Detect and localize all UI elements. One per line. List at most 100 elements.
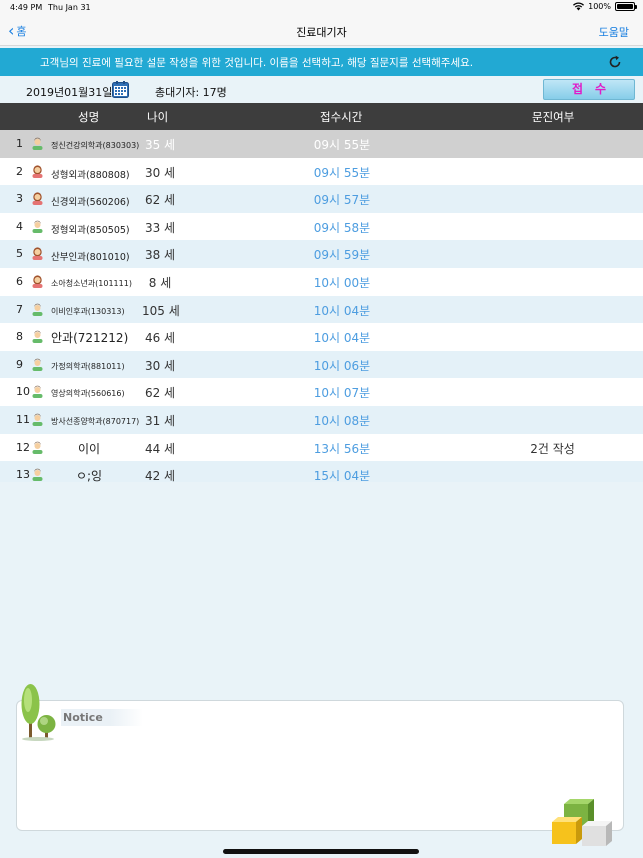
banner-message: 고객님의 진료에 필요한 설문 작성을 위한 것입니다. 이름을 선택하고, 해…: [40, 57, 474, 69]
notice-label: Notice: [61, 709, 143, 726]
table-row[interactable]: 9 가정의학과(881011) 30 세 10시 06분: [0, 350, 643, 379]
patient-name: 가정의학과(881011): [51, 361, 125, 371]
row-number: 6: [16, 275, 23, 288]
male-avatar-icon: [32, 386, 43, 399]
table-row[interactable]: 2 성형외과(880808) 30 세 09시 55분: [0, 157, 643, 186]
receive-button[interactable]: 접수: [543, 79, 635, 100]
male-avatar-icon: [32, 137, 43, 150]
row-number: 8: [16, 330, 23, 344]
row-number: 2: [16, 164, 23, 178]
reception-time: 10시 07분: [313, 386, 371, 401]
patient-age: 35 세: [144, 138, 176, 152]
patient-age: 105 세: [142, 303, 180, 318]
date-bar: 2019년01월31일 총대기자: 17명 접수: [0, 78, 643, 102]
patient-name: ㅇ;잉: [75, 469, 103, 482]
female-avatar-icon: [32, 164, 43, 178]
patient-age: 30 세: [144, 165, 176, 180]
row-number: 10: [16, 385, 30, 399]
patient-age: 62 세: [144, 386, 176, 401]
row-number: 11: [16, 413, 30, 426]
battery-percent: 100%: [588, 2, 611, 11]
calendar-icon[interactable]: [112, 81, 129, 98]
patient-name: 방사선종양학과(870717): [51, 417, 140, 426]
male-avatar-icon: [32, 330, 43, 344]
patient-name: 신경외과(560206): [51, 197, 130, 209]
patient-age: 8 세: [148, 276, 172, 290]
female-avatar-icon: [32, 192, 43, 206]
table-row[interactable]: 4 정형외과(850505) 33 세 09시 58분: [0, 212, 643, 241]
patient-name: 소아청소년과(101111): [51, 279, 132, 288]
patient-age: 42 세: [144, 469, 176, 482]
row-number: 12: [16, 440, 30, 454]
row-number: 9: [16, 357, 23, 371]
reception-time: 09시 57분: [313, 193, 371, 208]
wifi-icon: [573, 2, 585, 11]
male-avatar-icon: [32, 413, 43, 426]
row-number: 7: [16, 302, 23, 316]
help-button[interactable]: 도움말: [599, 24, 629, 40]
table-row[interactable]: 8 안과(721212) 46 세 10시 04분: [0, 323, 643, 351]
patient-age: 33 세: [144, 220, 176, 235]
patient-age: 62 세: [144, 193, 176, 208]
male-avatar-icon: [32, 220, 43, 233]
status-bar: 4:49 PM Thu Jan 31 100%: [0, 0, 643, 16]
header-name: 성명: [78, 110, 100, 124]
table-row[interactable]: 5 산부인과(801010) 38 세 09시 59분: [0, 240, 643, 268]
patient-age: 30 세: [144, 358, 176, 373]
female-avatar-icon: [32, 275, 43, 288]
reception-time: 10시 04분: [313, 303, 371, 318]
patient-name: 영상의학과(560616): [51, 389, 125, 399]
table-row[interactable]: 6 소아청소년과(101111) 8 세 10시 00분: [0, 268, 643, 296]
patient-name: 성형외과(880808): [51, 169, 130, 181]
table-header: 성명 나이 접수시간 문진여부: [0, 103, 643, 130]
info-banner: 고객님의 진료에 필요한 설문 작성을 위한 것입니다. 이름을 선택하고, 해…: [0, 48, 643, 76]
header-time: 접수시간: [320, 110, 363, 124]
patient-age: 46 세: [144, 331, 176, 346]
table-row[interactable]: 7 이비인후과(130313) 105 세 10시 04분: [0, 295, 643, 324]
refresh-icon[interactable]: [607, 54, 623, 70]
table-row[interactable]: 13 ㅇ;잉 42 세 15시 04분: [0, 461, 643, 482]
patient-list: 1 정신건강의학과(830303) 35 세 09시 55분 2 성형외과(880808)…: [0, 130, 643, 482]
patient-age: 44 세: [144, 441, 176, 456]
male-avatar-icon: [32, 303, 43, 316]
reception-time: 09시 58분: [313, 220, 371, 235]
patient-name: 이비인후과(130313): [51, 306, 125, 316]
reception-time: 10시 04분: [313, 331, 371, 346]
header-status: 문진여부: [532, 110, 575, 124]
reception-time: 10시 06분: [313, 358, 371, 373]
patient-age: 31 세: [144, 414, 176, 428]
header-age: 나이: [147, 110, 169, 124]
home-indicator: [223, 849, 419, 854]
table-row[interactable]: 11 방사선종양학과(870717) 31 세 10시 08분: [0, 406, 643, 434]
status-time: 4:49 PM: [10, 3, 43, 12]
male-avatar-icon: [32, 468, 43, 482]
patient-name: 정형외과(850505): [51, 224, 130, 236]
back-button[interactable]: ‹ 홈: [8, 23, 27, 39]
status-date: Thu Jan 31: [48, 3, 91, 12]
reception-time: 09시 59분: [313, 248, 371, 263]
selected-date: 2019년01월31일: [26, 86, 113, 99]
reception-time: 10시 00분: [313, 276, 371, 290]
patient-name: 정신건강의학과(830303): [51, 141, 140, 150]
table-row[interactable]: 10 영상의학과(560616) 62 세 10시 07분: [0, 378, 643, 406]
female-avatar-icon: [32, 247, 43, 261]
row-number: 1: [16, 137, 23, 150]
table-row[interactable]: 3 신경외과(560206) 62 세 09시 57분: [0, 185, 643, 213]
male-avatar-icon: [32, 441, 43, 454]
navigation-bar: ‹ 홈 진료대기자 도움말: [0, 16, 643, 46]
reception-time: 10시 08분: [313, 414, 371, 428]
blocks-icon: [552, 799, 612, 846]
chevron-left-icon: ‹: [8, 21, 15, 40]
row-number: 13: [16, 468, 30, 482]
page-title: 진료대기자: [296, 26, 347, 39]
status-right: 100%: [573, 2, 637, 11]
row-number: 3: [16, 192, 23, 206]
notice-panel: Notice: [16, 700, 624, 831]
table-row[interactable]: 1 정신건강의학과(830303) 35 세 09시 55분: [0, 130, 643, 158]
reception-time: 09시 55분: [313, 165, 371, 180]
row-number: 4: [16, 219, 23, 233]
table-row[interactable]: 12 이이 44 세 13시 56분 2건 작성: [0, 433, 643, 462]
row-number: 5: [16, 247, 23, 261]
male-avatar-icon: [32, 358, 43, 371]
patient-age: 38 세: [144, 248, 176, 263]
